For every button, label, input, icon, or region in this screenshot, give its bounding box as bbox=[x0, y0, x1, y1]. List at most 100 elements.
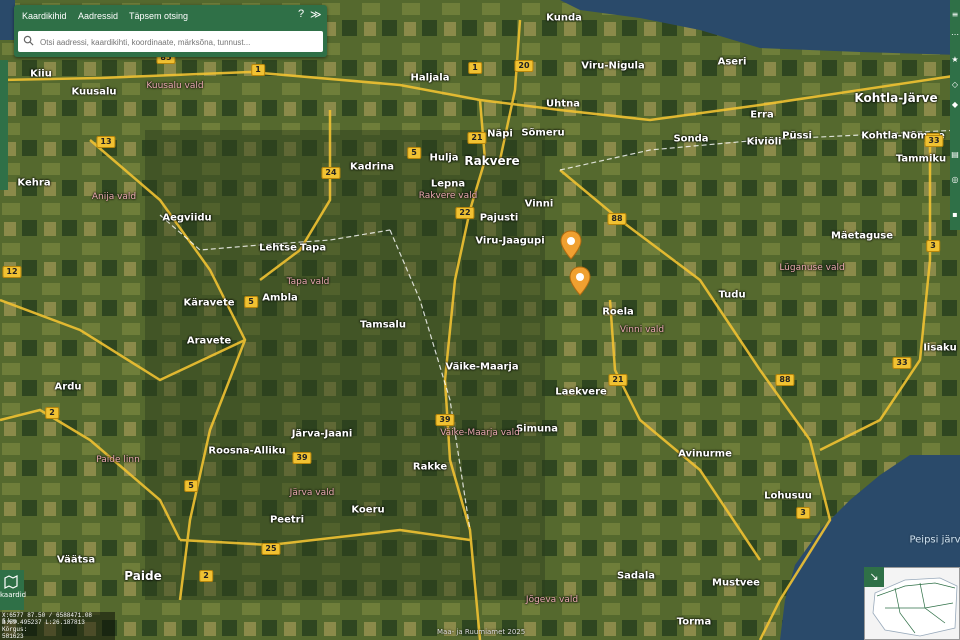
place-label: Rakvere bbox=[464, 154, 520, 168]
place-label: Ardu bbox=[54, 381, 82, 393]
place-label: Väike-Maarja bbox=[445, 361, 519, 373]
road-number-shield: 3 bbox=[796, 507, 810, 519]
star-icon[interactable]: ★ bbox=[951, 55, 959, 67]
road-number-shield: 25 bbox=[261, 543, 281, 555]
road-number-shield: 88 bbox=[775, 374, 795, 386]
map-imagery bbox=[0, 0, 960, 640]
place-label: Koeru bbox=[351, 504, 385, 516]
place-label: Jõgeva vald bbox=[525, 595, 579, 605]
map-canvas[interactable]: Kunda Haljala Viru-Nigula Aseri Kohtla-Järve… bbox=[0, 0, 960, 640]
tab-map-layers[interactable]: Kaardikihid bbox=[22, 11, 67, 21]
road-number-shield: 5 bbox=[244, 296, 258, 308]
place-label: Viru-Nigula bbox=[581, 60, 645, 72]
road-number-shield: 33 bbox=[892, 357, 912, 369]
left-toolbar bbox=[0, 60, 8, 190]
road-number-shield: 33 bbox=[924, 135, 944, 147]
road-number-shield: 13 bbox=[96, 136, 116, 148]
road-number-shield: 39 bbox=[435, 414, 455, 426]
map-icon bbox=[4, 575, 18, 589]
search-box bbox=[18, 31, 323, 52]
place-label: Vinni vald bbox=[619, 325, 665, 335]
coord-extra: 581623 bbox=[2, 633, 24, 640]
road-number-shield: 88 bbox=[607, 213, 627, 225]
road-number-shield: 20 bbox=[514, 60, 534, 72]
road-number-shield: 21 bbox=[608, 374, 628, 386]
road-number-shield: 21 bbox=[467, 132, 487, 144]
road-number-shield: 22 bbox=[455, 207, 475, 219]
place-label: Tapa bbox=[299, 242, 327, 254]
place-label: Anija vald bbox=[91, 192, 137, 202]
place-label: Mustvee bbox=[712, 577, 760, 589]
place-label: Aseri bbox=[717, 56, 747, 68]
measure-icon[interactable]: ◇ bbox=[951, 80, 959, 92]
place-label: Sonda bbox=[673, 133, 709, 145]
road-number-shield: 24 bbox=[321, 167, 341, 179]
place-label: Peipsi järv bbox=[909, 534, 960, 546]
place-label: Tammiku bbox=[895, 153, 947, 165]
place-label: Aravete bbox=[186, 335, 232, 347]
place-label: Torma bbox=[676, 616, 712, 628]
place-label: Kunda bbox=[546, 12, 582, 24]
tab-advanced-search[interactable]: Täpsem otsing bbox=[129, 11, 188, 21]
print-icon[interactable]: ▤ bbox=[951, 150, 959, 162]
place-label: Mäetaguse bbox=[830, 230, 894, 242]
place-label: Ambla bbox=[262, 292, 298, 304]
copyright: Maa- ja Ruumiamet 2025 bbox=[437, 628, 526, 636]
place-label: Tamsalu bbox=[360, 319, 406, 331]
place-label: Paide linn bbox=[96, 455, 140, 465]
share-icon[interactable]: ⋯ bbox=[951, 30, 959, 42]
place-label: Paide bbox=[124, 569, 162, 583]
location-marker[interactable] bbox=[560, 230, 582, 260]
road-number-shield: 1 bbox=[468, 62, 482, 74]
road-number-shield: 2 bbox=[199, 570, 213, 582]
place-label: Vinni bbox=[524, 198, 554, 210]
basemap-button[interactable]: kaardid bbox=[0, 570, 26, 610]
locate-icon[interactable]: ◎ bbox=[951, 175, 959, 187]
search-panel: Kaardikihid Aadressid Täpsem otsing ? ≫ bbox=[14, 5, 327, 57]
info-icon[interactable]: ▪ bbox=[951, 210, 959, 222]
draw-icon[interactable]: ◆ bbox=[951, 100, 959, 112]
place-label: Kohtla-Järve bbox=[854, 91, 938, 105]
location-marker[interactable] bbox=[569, 266, 591, 296]
place-label: Lohusuu bbox=[764, 490, 812, 502]
road-number-shield: 1 bbox=[251, 64, 265, 76]
place-label: Peetri bbox=[269, 514, 305, 526]
place-label: Kadrina bbox=[350, 161, 394, 173]
place-label: Viru-Jaagupi bbox=[475, 235, 545, 247]
collapse-button[interactable]: ≫ bbox=[310, 8, 322, 21]
road-number-shield: 12 bbox=[2, 266, 22, 278]
place-label: Uhtna bbox=[546, 98, 580, 110]
search-icon bbox=[23, 35, 34, 46]
expand-arrow-icon[interactable]: ↘ bbox=[864, 567, 884, 587]
place-label: Lepna bbox=[430, 178, 466, 190]
place-label: Näpi bbox=[487, 128, 513, 140]
road-number-shield: 2 bbox=[45, 407, 59, 419]
place-label: Kehra bbox=[17, 177, 51, 189]
road-number-shield: 3 bbox=[926, 240, 940, 252]
place-label: Haljala bbox=[410, 72, 450, 84]
place-label: Sadala bbox=[616, 570, 656, 582]
place-label: Kuusalu bbox=[71, 86, 117, 98]
coord-elevation: Kõrgus: bbox=[2, 626, 28, 633]
place-label: Väike-Maarja vald bbox=[440, 428, 520, 438]
scale-bar: 5 km bbox=[2, 618, 18, 625]
place-label: Tapa vald bbox=[286, 277, 330, 287]
place-label: Laekvere bbox=[555, 386, 607, 398]
road-number-shield: 39 bbox=[292, 452, 312, 464]
place-label: Kuusalu vald bbox=[146, 81, 204, 91]
tab-addresses[interactable]: Aadressid bbox=[78, 11, 118, 21]
place-label: Püssi bbox=[782, 130, 812, 142]
place-label: Iisaku bbox=[923, 342, 957, 354]
place-label: Erra bbox=[750, 109, 774, 121]
search-input[interactable] bbox=[38, 33, 322, 51]
place-label: Lehtse bbox=[259, 242, 297, 254]
place-label: Aegviidu bbox=[162, 212, 212, 224]
place-label: Kiviõli bbox=[746, 136, 782, 148]
place-label: Lüganuse vald bbox=[779, 263, 845, 273]
place-label: Rakke bbox=[412, 461, 448, 473]
help-button[interactable]: ? bbox=[298, 8, 304, 20]
road-number-shield: 5 bbox=[184, 480, 198, 492]
place-label: Järva vald bbox=[289, 488, 335, 498]
place-label: Roosna-Alliku bbox=[208, 445, 286, 457]
layers-icon[interactable]: ≡ bbox=[951, 10, 959, 22]
